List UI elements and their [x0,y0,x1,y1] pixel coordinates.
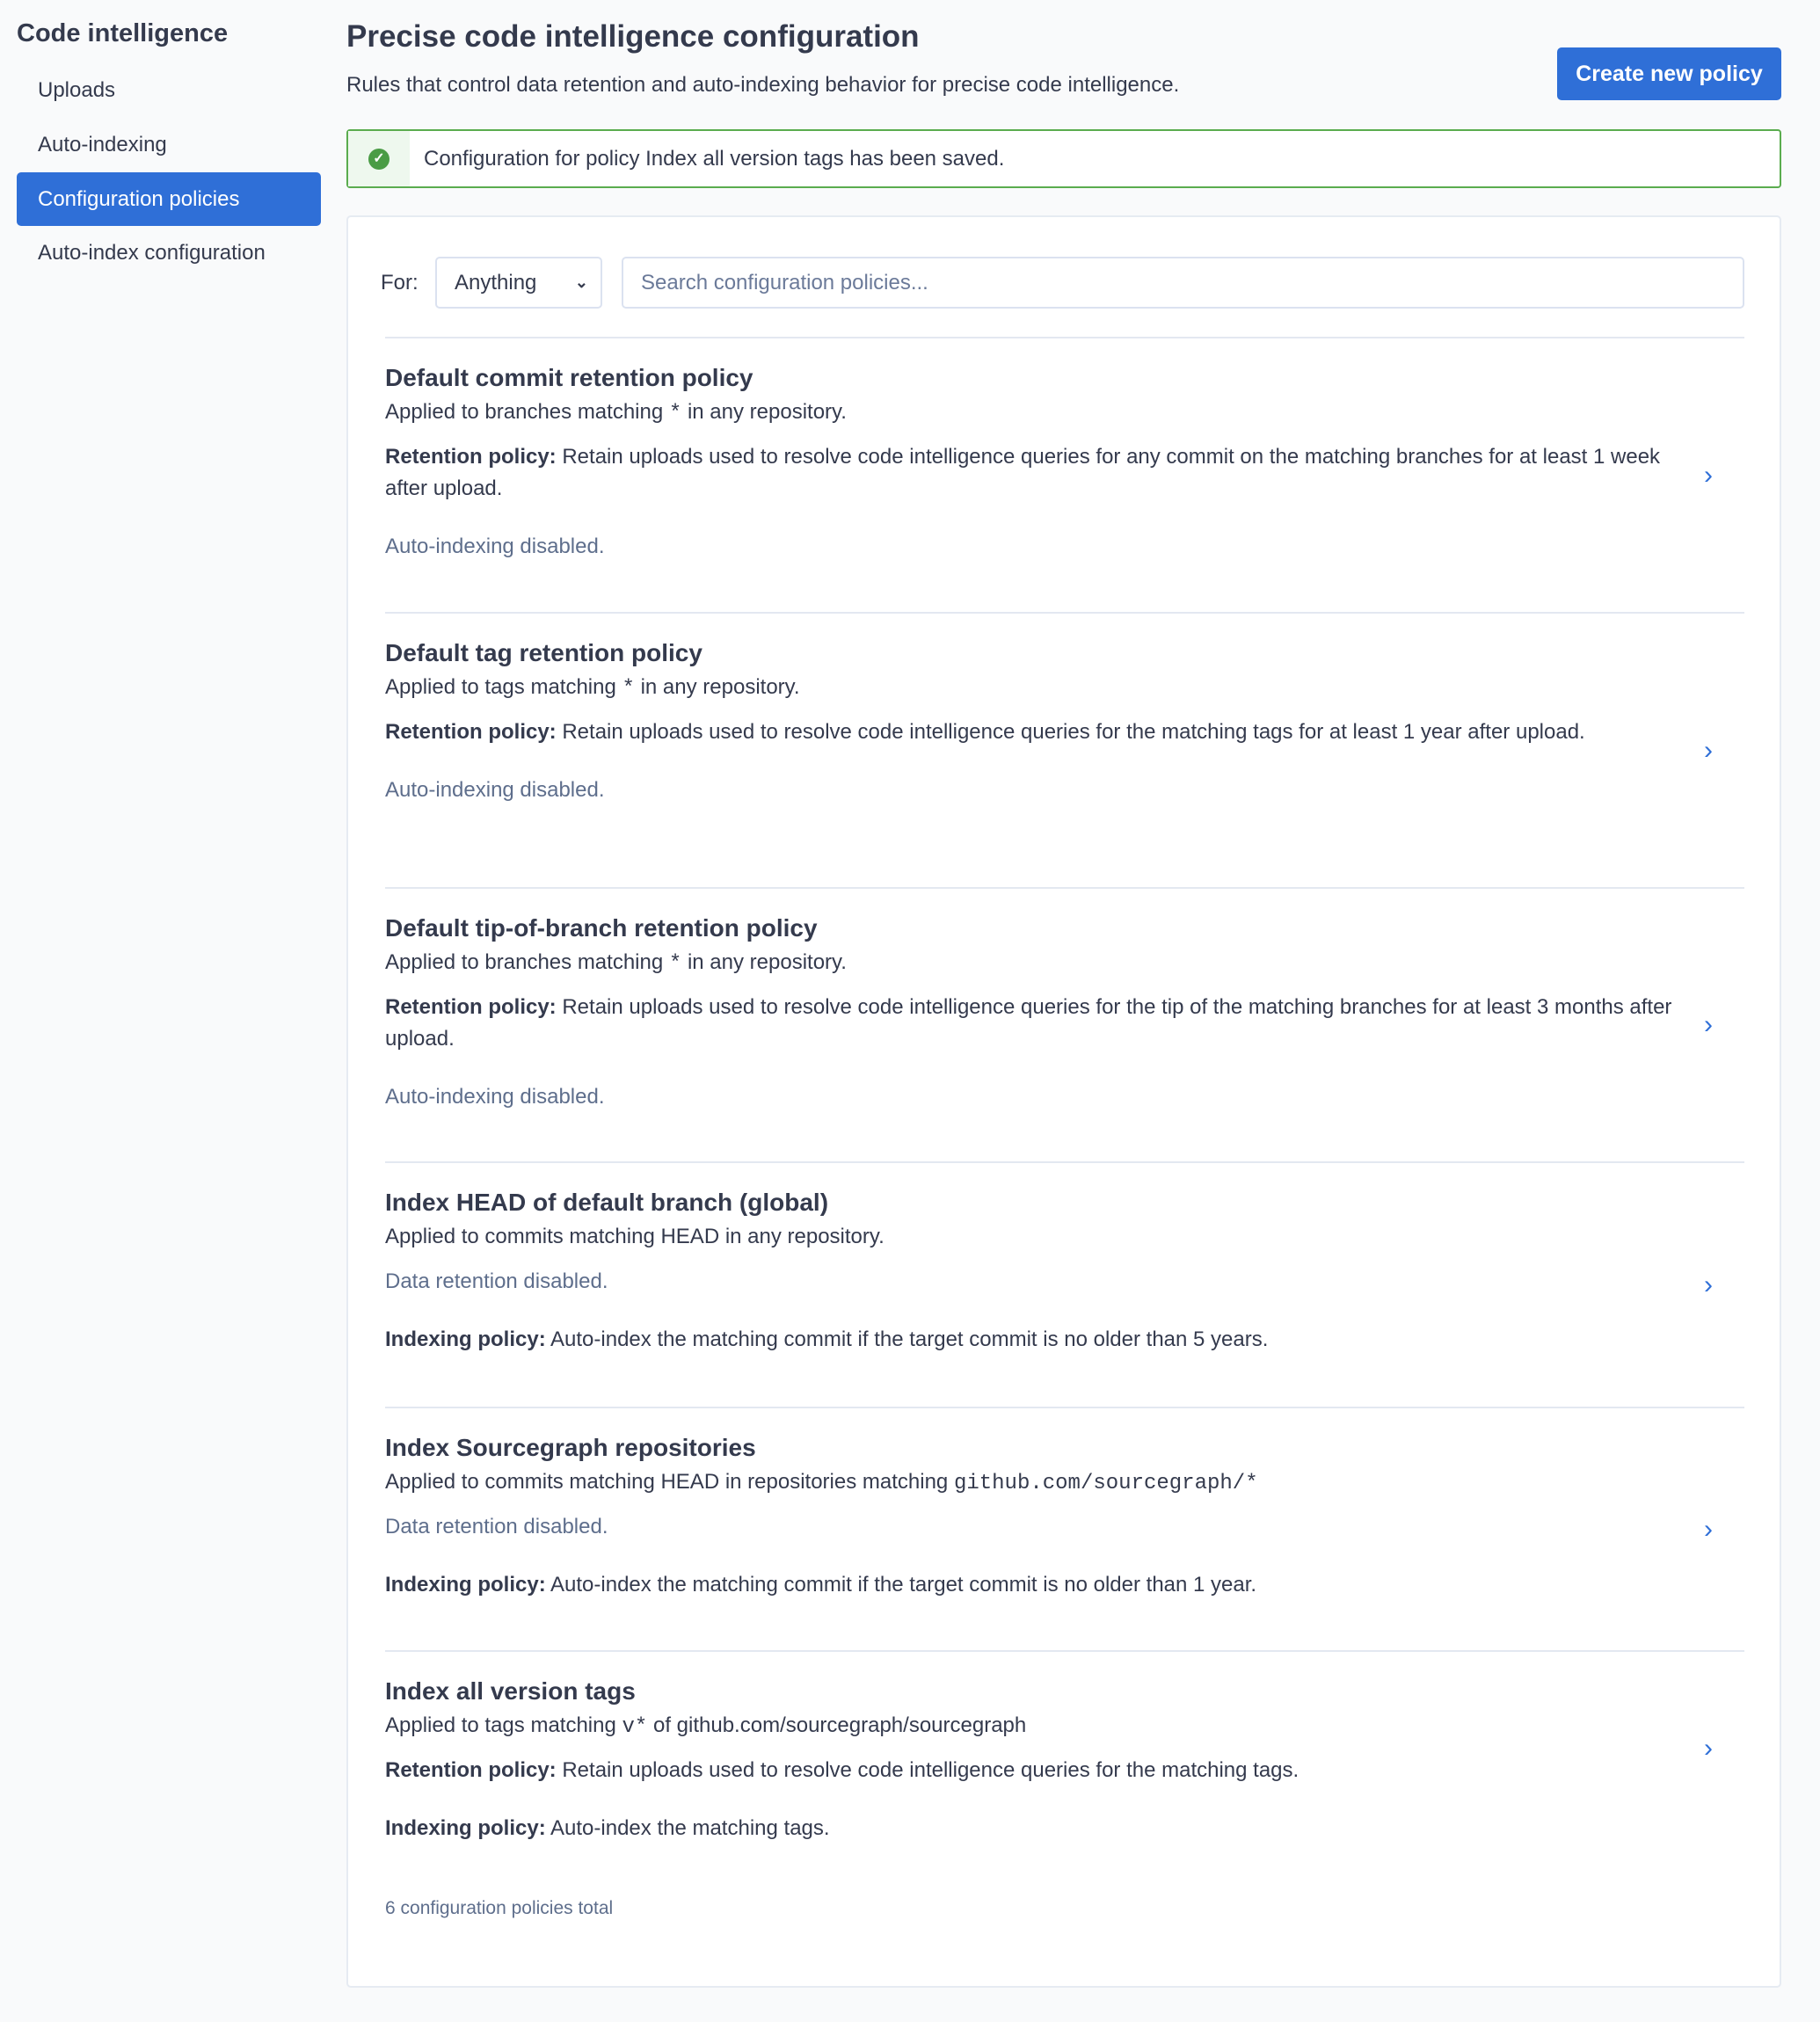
section-label: Indexing policy: [385,1816,546,1840]
chevron-right-icon[interactable]: › [1704,735,1713,767]
section-label: Retention policy: [385,720,557,744]
policy-applied-to: Applied to commits matching HEAD in any … [385,1221,1674,1255]
section-text: Data retention disabled. [385,1515,608,1538]
page-title: Precise code intelligence configuration [346,19,920,54]
section-text: Retain uploads used to resolve code inte… [556,720,1585,744]
section-text: Auto-index the matching commit if the ta… [545,1573,1257,1597]
chevron-right-icon[interactable]: › [1704,1733,1713,1764]
applied-suffix: in any repository. [681,400,847,424]
policy-title: Default commit retention policy [385,364,753,391]
section-text: Auto-index the matching commit if the ta… [545,1327,1269,1351]
section-text: Auto-indexing disabled. [385,1085,605,1109]
check-circle-icon: ✓ [368,148,389,170]
policy-title: Default tip-of-branch retention policy [385,914,818,942]
section-label: Indexing policy: [385,1327,546,1351]
policy-section: Auto-indexing disabled. [385,775,1674,806]
policies-total: 6 configuration policies total [385,1898,614,1918]
section-text: Auto-indexing disabled. [385,778,605,802]
section-text: Retain uploads used to resolve code inte… [385,995,1672,1051]
applied-prefix: Applied to tags matching [385,1713,622,1737]
section-label: Retention policy: [385,1758,557,1782]
policy-section: Data retention disabled. [385,1511,1674,1543]
sidebar-item-auto-index-configuration[interactable]: Auto-index configuration [17,226,321,280]
policy-applied-to: Applied to tags matching * in any reposi… [385,672,1674,705]
section-text: Auto-indexing disabled. [385,535,605,558]
section-text: Retain uploads used to resolve code inte… [556,1758,1299,1782]
sidebar-item-uploads[interactable]: Uploads [17,63,321,117]
applied-pattern: v* [622,1715,648,1739]
applied-pattern: * [668,952,682,976]
success-alert: ✓ Configuration for policy Index all ver… [346,129,1781,188]
policy-applied-to: Applied to branches matching * in any re… [385,396,1674,430]
policy-section: Indexing policy: Auto-index the matching… [385,1569,1674,1601]
policy-title: Default tag retention policy [385,639,703,666]
section-label: Retention policy: [385,445,557,469]
chevron-right-icon[interactable]: › [1704,460,1713,491]
policy-section: Retention policy: Retain uploads used to… [385,992,1674,1055]
applied-prefix: Applied to commits matching HEAD in any … [385,1225,885,1248]
section-label: Indexing policy: [385,1573,546,1597]
applied-pattern: * [622,677,635,701]
policy-item[interactable]: Index Sourcegraph repositories Applied to… [385,1407,1744,1650]
policy-section: Indexing policy: Auto-index the matching… [385,1813,1674,1844]
policy-list: Default commit retention policy Applied t… [385,337,1744,1844]
sidebar-item-configuration-policies[interactable]: Configuration policies [17,172,321,226]
applied-prefix: Applied to tags matching [385,675,622,699]
policy-applied-to: Applied to branches matching * in any re… [385,947,1674,980]
sidebar-title: Code intelligence [17,19,229,47]
alert-message: Configuration for policy Index all versi… [424,146,1005,171]
for-select-value: Anything [455,271,537,295]
section-label: Retention policy: [385,995,557,1019]
chevron-right-icon[interactable]: › [1704,1514,1713,1546]
for-label: For: [381,271,419,295]
applied-prefix: Applied to branches matching [385,950,669,974]
policy-section: Retention policy: Retain uploads used to… [385,1755,1674,1786]
section-text: Retain uploads used to resolve code inte… [385,445,1661,500]
applied-suffix: in any repository. [634,675,800,699]
applied-prefix: Applied to commits matching HEAD in repo… [385,1470,954,1494]
sidebar-item-auto-indexing[interactable]: Auto-indexing [17,118,321,171]
policy-item[interactable]: Default commit retention policy Applied t… [385,337,1744,612]
applied-prefix: Applied to branches matching [385,400,669,424]
policies-card: For: Anything ⌄ Default commit retention… [346,215,1781,1988]
policy-applied-to: Applied to commits matching HEAD in repo… [385,1466,1674,1500]
section-text: Auto-index the matching tags. [545,1816,830,1840]
policy-title: Index all version tags [385,1677,636,1705]
policy-section: Data retention disabled. [385,1266,1674,1298]
policy-title: Index Sourcegraph repositories [385,1434,756,1461]
alert-icon-box: ✓ [348,131,410,186]
policy-item[interactable]: Default tag retention policy Applied to t… [385,612,1744,887]
policy-section: Retention policy: Retain uploads used to… [385,716,1674,748]
page-subtitle: Rules that control data retention and au… [346,73,1180,97]
create-new-policy-button[interactable]: Create new policy [1557,47,1781,100]
policy-section: Auto-indexing disabled. [385,531,1674,563]
policy-item[interactable]: Index all version tags Applied to tags ma… [385,1650,1744,1844]
applied-suffix: of github.com/sourcegraph/sourcegraph [647,1713,1027,1737]
search-input[interactable] [622,257,1744,309]
policy-section: Auto-indexing disabled. [385,1081,1674,1113]
applied-pattern: github.com/sourcegraph/* [953,1472,1258,1495]
policy-item[interactable]: Index HEAD of default branch (global) App… [385,1161,1744,1407]
applied-suffix: in any repository. [681,950,847,974]
for-select[interactable]: Anything ⌄ [435,257,602,309]
policy-title: Index HEAD of default branch (global) [385,1189,829,1216]
applied-pattern: * [668,402,682,425]
section-text: Data retention disabled. [385,1269,608,1293]
policy-section: Retention policy: Retain uploads used to… [385,441,1674,505]
chevron-right-icon[interactable]: › [1704,1269,1713,1301]
chevron-down-icon: ⌄ [574,273,588,291]
policy-item[interactable]: Default tip-of-branch retention policy Ap… [385,887,1744,1161]
policy-section: Indexing policy: Auto-index the matching… [385,1324,1674,1356]
chevron-right-icon[interactable]: › [1704,1009,1713,1041]
filter-bar: For: Anything ⌄ [381,257,1744,309]
policy-applied-to: Applied to tags matching v* of github.co… [385,1710,1674,1743]
